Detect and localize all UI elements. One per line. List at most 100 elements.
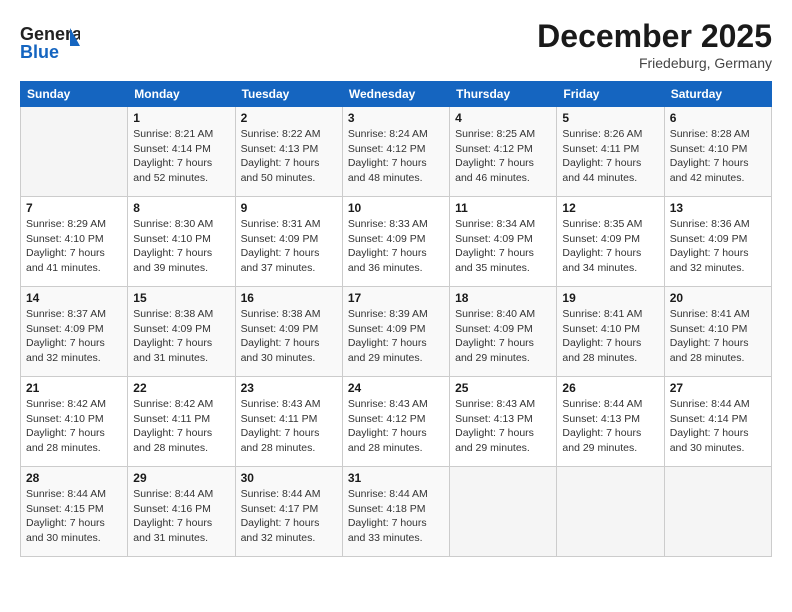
day-info: Sunrise: 8:35 AM Sunset: 4:09 PM Dayligh… [562,217,658,276]
day-cell: 13 Sunrise: 8:36 AM Sunset: 4:09 PM Dayli… [664,197,771,287]
day-info: Sunrise: 8:22 AM Sunset: 4:13 PM Dayligh… [241,127,337,186]
day-number: 7 [26,201,122,215]
day-info: Sunrise: 8:25 AM Sunset: 4:12 PM Dayligh… [455,127,551,186]
day-cell: 20Sunrise: 8:41 AM Sunset: 4:10 PM Dayli… [664,287,771,377]
day-cell: 19 Sunrise: 8:41 AM Sunset: 4:10 PM Dayli… [557,287,664,377]
day-info: Sunrise: 8:29 AM Sunset: 4:10 PM Dayligh… [26,217,122,276]
day-info: Sunrise: 8:38 AM Sunset: 4:09 PM Dayligh… [241,307,337,366]
week-row-3: 14Sunrise: 8:37 AM Sunset: 4:09 PM Dayli… [21,287,772,377]
weekday-wednesday: Wednesday [342,82,449,107]
day-number: 9 [241,201,337,215]
weekday-header-row: SundayMondayTuesdayWednesdayThursdayFrid… [21,82,772,107]
day-info: Sunrise: 8:44 AM Sunset: 4:14 PM Dayligh… [670,397,766,456]
day-number: 13 [670,201,766,215]
day-number: 28 [26,471,122,485]
day-info: Sunrise: 8:44 AM Sunset: 4:17 PM Dayligh… [241,487,337,546]
day-info: Sunrise: 8:24 AM Sunset: 4:12 PM Dayligh… [348,127,444,186]
header: General Blue December 2025 Friedeburg, G… [20,18,772,71]
day-cell: 7 Sunrise: 8:29 AM Sunset: 4:10 PM Daylig… [21,197,128,287]
day-cell: 15 Sunrise: 8:38 AM Sunset: 4:09 PM Dayli… [128,287,235,377]
title-block: December 2025 Friedeburg, Germany [537,18,772,71]
weekday-tuesday: Tuesday [235,82,342,107]
day-cell: 18Sunrise: 8:40 AM Sunset: 4:09 PM Dayli… [450,287,557,377]
day-number: 1 [133,111,229,125]
day-info: Sunrise: 8:36 AM Sunset: 4:09 PM Dayligh… [670,217,766,276]
day-cell: 21 Sunrise: 8:42 AM Sunset: 4:10 PM Dayli… [21,377,128,467]
day-cell: 1 Sunrise: 8:21 AM Sunset: 4:14 PM Daylig… [128,107,235,197]
day-cell: 6Sunrise: 8:28 AM Sunset: 4:10 PM Daylig… [664,107,771,197]
day-cell: 16 Sunrise: 8:38 AM Sunset: 4:09 PM Dayli… [235,287,342,377]
day-number: 10 [348,201,444,215]
day-cell: 29Sunrise: 8:44 AM Sunset: 4:16 PM Dayli… [128,467,235,557]
svg-text:Blue: Blue [20,42,59,62]
day-info: Sunrise: 8:44 AM Sunset: 4:15 PM Dayligh… [26,487,122,546]
day-number: 25 [455,381,551,395]
day-cell: 23 Sunrise: 8:43 AM Sunset: 4:11 PM Dayli… [235,377,342,467]
day-number: 16 [241,291,337,305]
day-info: Sunrise: 8:34 AM Sunset: 4:09 PM Dayligh… [455,217,551,276]
day-cell: 25 Sunrise: 8:43 AM Sunset: 4:13 PM Dayli… [450,377,557,467]
week-row-5: 28 Sunrise: 8:44 AM Sunset: 4:15 PM Dayli… [21,467,772,557]
day-number: 17 [348,291,444,305]
day-info: Sunrise: 8:44 AM Sunset: 4:18 PM Dayligh… [348,487,444,546]
logo: General Blue [20,18,80,68]
day-cell: 17 Sunrise: 8:39 AM Sunset: 4:09 PM Dayli… [342,287,449,377]
day-cell: 31Sunrise: 8:44 AM Sunset: 4:18 PM Dayli… [342,467,449,557]
day-cell [450,467,557,557]
weekday-saturday: Saturday [664,82,771,107]
day-info: Sunrise: 8:43 AM Sunset: 4:13 PM Dayligh… [455,397,551,456]
day-cell: 4 Sunrise: 8:25 AM Sunset: 4:12 PM Daylig… [450,107,557,197]
day-number: 8 [133,201,229,215]
day-number: 21 [26,381,122,395]
day-cell: 22Sunrise: 8:42 AM Sunset: 4:11 PM Dayli… [128,377,235,467]
day-info: Sunrise: 8:39 AM Sunset: 4:09 PM Dayligh… [348,307,444,366]
day-number: 12 [562,201,658,215]
day-number: 19 [562,291,658,305]
day-number: 4 [455,111,551,125]
calendar-table: SundayMondayTuesdayWednesdayThursdayFrid… [20,81,772,557]
day-cell: 24Sunrise: 8:43 AM Sunset: 4:12 PM Dayli… [342,377,449,467]
day-cell [664,467,771,557]
day-info: Sunrise: 8:41 AM Sunset: 4:10 PM Dayligh… [562,307,658,366]
day-info: Sunrise: 8:28 AM Sunset: 4:10 PM Dayligh… [670,127,766,186]
location: Friedeburg, Germany [537,55,772,71]
week-row-4: 21 Sunrise: 8:42 AM Sunset: 4:10 PM Dayli… [21,377,772,467]
calendar-header: SundayMondayTuesdayWednesdayThursdayFrid… [21,82,772,107]
day-number: 18 [455,291,551,305]
weekday-monday: Monday [128,82,235,107]
day-number: 23 [241,381,337,395]
day-number: 15 [133,291,229,305]
day-cell: 30Sunrise: 8:44 AM Sunset: 4:17 PM Dayli… [235,467,342,557]
day-number: 27 [670,381,766,395]
day-info: Sunrise: 8:38 AM Sunset: 4:09 PM Dayligh… [133,307,229,366]
day-info: Sunrise: 8:33 AM Sunset: 4:09 PM Dayligh… [348,217,444,276]
weekday-thursday: Thursday [450,82,557,107]
day-info: Sunrise: 8:41 AM Sunset: 4:10 PM Dayligh… [670,307,766,366]
day-cell: 10 Sunrise: 8:33 AM Sunset: 4:09 PM Dayli… [342,197,449,287]
day-info: Sunrise: 8:44 AM Sunset: 4:16 PM Dayligh… [133,487,229,546]
day-number: 3 [348,111,444,125]
weekday-sunday: Sunday [21,82,128,107]
day-info: Sunrise: 8:43 AM Sunset: 4:11 PM Dayligh… [241,397,337,456]
day-cell: 3 Sunrise: 8:24 AM Sunset: 4:12 PM Daylig… [342,107,449,197]
day-number: 14 [26,291,122,305]
week-row-1: 1 Sunrise: 8:21 AM Sunset: 4:14 PM Daylig… [21,107,772,197]
day-number: 5 [562,111,658,125]
day-cell: 28 Sunrise: 8:44 AM Sunset: 4:15 PM Dayli… [21,467,128,557]
day-info: Sunrise: 8:30 AM Sunset: 4:10 PM Dayligh… [133,217,229,276]
logo-icon: General Blue [20,18,80,68]
page: General Blue December 2025 Friedeburg, G… [0,0,792,612]
day-info: Sunrise: 8:31 AM Sunset: 4:09 PM Dayligh… [241,217,337,276]
day-info: Sunrise: 8:43 AM Sunset: 4:12 PM Dayligh… [348,397,444,456]
day-info: Sunrise: 8:21 AM Sunset: 4:14 PM Dayligh… [133,127,229,186]
day-cell: 14Sunrise: 8:37 AM Sunset: 4:09 PM Dayli… [21,287,128,377]
day-number: 26 [562,381,658,395]
day-number: 22 [133,381,229,395]
day-info: Sunrise: 8:42 AM Sunset: 4:10 PM Dayligh… [26,397,122,456]
day-cell: 2Sunrise: 8:22 AM Sunset: 4:13 PM Daylig… [235,107,342,197]
day-cell: 12 Sunrise: 8:35 AM Sunset: 4:09 PM Dayli… [557,197,664,287]
day-number: 11 [455,201,551,215]
month-title: December 2025 [537,18,772,55]
day-cell [557,467,664,557]
day-info: Sunrise: 8:26 AM Sunset: 4:11 PM Dayligh… [562,127,658,186]
